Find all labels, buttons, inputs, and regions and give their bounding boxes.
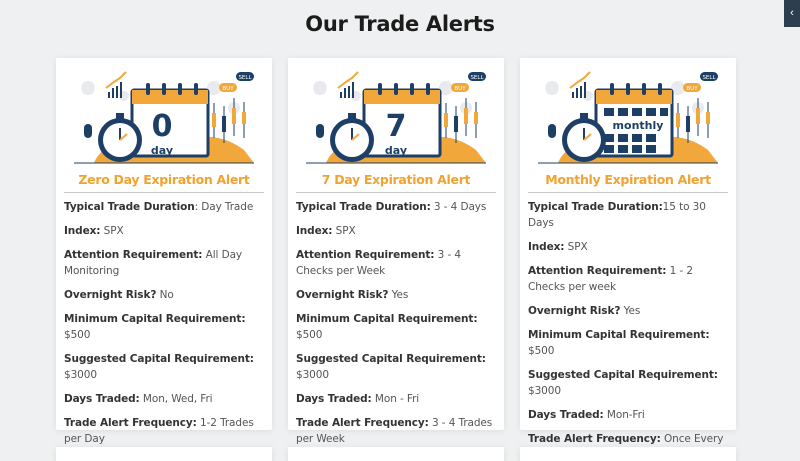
detail-min-capital: Minimum Capital Requirement: $500 xyxy=(296,311,498,343)
next-card-partial xyxy=(56,447,272,461)
card-heading: Monthly Expiration Alert xyxy=(545,172,711,187)
detail-index: Index: SPX xyxy=(528,239,730,255)
detail-label: Minimum Capital Requirement: xyxy=(64,313,246,325)
detail-suggested-capital: Suggested Capital Requirement: $3000 xyxy=(296,351,498,383)
detail-attention: Attention Requirement: 3 - 4 Checks per … xyxy=(296,247,498,279)
calendar-big-text: 7 xyxy=(386,109,407,144)
alert-card-7-day: 7 day BUY SELL 7 Day Expiration Alert Ty… xyxy=(288,58,504,445)
detail-label: Index: xyxy=(64,225,101,237)
detail-label: Suggested Capital Requirement: xyxy=(528,369,718,381)
sidebar-toggle-button[interactable]: ‹ xyxy=(784,0,800,27)
detail-label: Typical Trade Duration: xyxy=(528,201,663,213)
detail-label: Attention Requirement: xyxy=(296,249,435,261)
detail-attention: Attention Requirement: All Day Monitorin… xyxy=(64,247,266,279)
alert-card-monthly: monthly BUY SELL Monthly Expiration Aler… xyxy=(520,58,736,461)
detail-days-traded: Days Traded: Mon, Wed, Fri xyxy=(64,391,266,407)
detail-label: Overnight Risk? xyxy=(296,289,389,301)
detail-days-traded: Days Traded: Mon - Fri xyxy=(296,391,498,407)
detail-label: Trade Alert Frequency: xyxy=(528,433,661,445)
card-details: Typical Trade Duration: Day Trade Index:… xyxy=(64,199,266,455)
sell-tag-label: SELL xyxy=(238,75,252,81)
buy-tag-label: BUY xyxy=(454,86,466,92)
detail-value: SPX xyxy=(335,225,356,237)
detail-label: Typical Trade Duration: xyxy=(296,201,431,213)
divider xyxy=(64,192,264,193)
detail-label: Minimum Capital Requirement: xyxy=(528,329,710,341)
card-heading: 7 Day Expiration Alert xyxy=(321,172,471,187)
detail-overnight-risk: Overnight Risk? Yes xyxy=(296,287,498,303)
detail-value: Mon-Fri xyxy=(606,409,645,421)
detail-label: Days Traded: xyxy=(64,393,140,405)
detail-label: Suggested Capital Requirement: xyxy=(296,353,486,365)
card-details: Typical Trade Duration: 3 - 4 Days Index… xyxy=(296,199,498,455)
detail-value: $3000 xyxy=(296,369,329,381)
divider xyxy=(296,192,496,193)
detail-label: Index: xyxy=(528,241,565,253)
card-details: Typical Trade Duration:15 to 30 Days Ind… xyxy=(528,199,730,461)
divider xyxy=(528,192,728,193)
next-card-partial xyxy=(288,447,504,461)
detail-suggested-capital: Suggested Capital Requirement: $3000 xyxy=(528,367,730,399)
detail-trade-duration: Typical Trade Duration:15 to 30 Days xyxy=(528,199,730,231)
buy-tag-label: BUY xyxy=(686,86,698,92)
detail-value: Yes xyxy=(391,289,409,301)
next-card-partial xyxy=(520,447,736,461)
detail-trade-duration: Typical Trade Duration: Day Trade xyxy=(64,199,266,215)
detail-value: SPX xyxy=(567,241,588,253)
detail-alert-frequency: Trade Alert Frequency: 1-2 Trades per Da… xyxy=(64,415,266,447)
sell-tag-label: SELL xyxy=(702,75,716,81)
monthly-illustration: monthly BUY SELL xyxy=(538,71,718,164)
detail-alert-frequency: Trade Alert Frequency: 3 - 4 Trades per … xyxy=(296,415,498,447)
detail-label: Index: xyxy=(296,225,333,237)
detail-attention: Attention Requirement: 1 - 2 Checks per … xyxy=(528,263,730,295)
detail-overnight-risk: Overnight Risk? Yes xyxy=(528,303,730,319)
detail-label: Days Traded: xyxy=(296,393,372,405)
detail-suggested-capital: Suggested Capital Requirement: $3000 xyxy=(64,351,266,383)
detail-value: Mon - Fri xyxy=(374,393,420,405)
detail-label: Minimum Capital Requirement: xyxy=(296,313,478,325)
card-heading: Zero Day Expiration Alert xyxy=(78,172,250,187)
calendar-small-text: day xyxy=(385,144,407,157)
calendar-small-text: day xyxy=(151,144,173,157)
detail-value: No xyxy=(159,289,174,301)
detail-value: Yes xyxy=(623,305,641,317)
detail-label: Overnight Risk? xyxy=(528,305,621,317)
sell-tag-label: SELL xyxy=(470,75,484,81)
detail-label: Suggested Capital Requirement: xyxy=(64,353,254,365)
detail-trade-duration: Typical Trade Duration: 3 - 4 Days xyxy=(296,199,498,215)
detail-label: Attention Requirement: xyxy=(528,265,667,277)
detail-index: Index: SPX xyxy=(296,223,498,239)
calendar-big-text: 0 xyxy=(152,109,173,144)
detail-index: Index: SPX xyxy=(64,223,266,239)
detail-value: $500 xyxy=(528,345,555,357)
detail-min-capital: Minimum Capital Requirement: $500 xyxy=(64,311,266,343)
alert-card-zero-day: 0 day BUY SELL Zero Day Expiration Alert… xyxy=(56,58,272,445)
detail-value: $3000 xyxy=(64,369,97,381)
detail-label: Trade Alert Frequency: xyxy=(64,417,197,429)
detail-value: 3 - 4 Days xyxy=(433,201,487,213)
seven-day-illustration: 7 day BUY SELL xyxy=(306,71,486,164)
detail-min-capital: Minimum Capital Requirement: $500 xyxy=(528,327,730,359)
detail-label: Days Traded: xyxy=(528,409,604,421)
detail-value: $3000 xyxy=(528,385,561,397)
zero-day-illustration: 0 day BUY SELL xyxy=(74,71,254,164)
buy-tag-label: BUY xyxy=(222,86,234,92)
detail-label: Overnight Risk? xyxy=(64,289,157,301)
detail-label: Trade Alert Frequency: xyxy=(296,417,429,429)
detail-value: $500 xyxy=(296,329,323,341)
detail-days-traded: Days Traded: Mon-Fri xyxy=(528,407,730,423)
detail-value: SPX xyxy=(103,225,124,237)
detail-value: Mon, Wed, Fri xyxy=(142,393,213,405)
detail-value: $500 xyxy=(64,329,91,341)
detail-value: Day Trade xyxy=(201,201,254,213)
detail-overnight-risk: Overnight Risk? No xyxy=(64,287,266,303)
detail-label: Typical Trade Duration xyxy=(64,201,195,213)
calendar-big-text: monthly xyxy=(613,119,664,132)
detail-label: Attention Requirement: xyxy=(64,249,203,261)
page-title: Our Trade Alerts xyxy=(305,12,495,36)
